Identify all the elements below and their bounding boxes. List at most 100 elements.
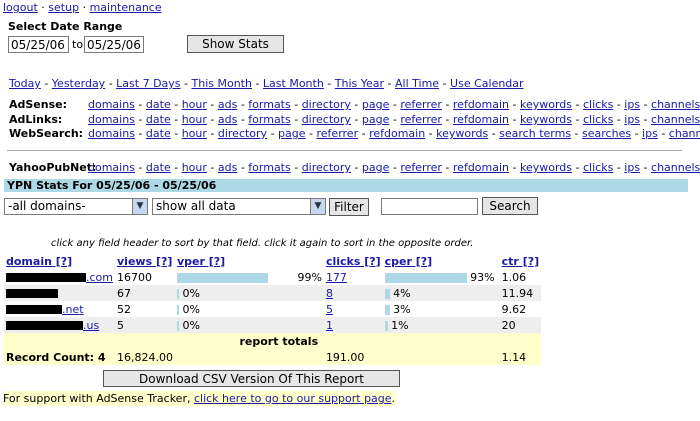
clicks-link[interactable]: 8 <box>326 287 333 300</box>
websearch-link-directory[interactable]: directory <box>218 127 267 140</box>
yahoopubnet-link-page[interactable]: page <box>362 161 389 174</box>
header-clicks[interactable]: clicks [?] <box>326 255 381 268</box>
adsense-link-page[interactable]: page <box>362 98 389 111</box>
quick-link-all-time[interactable]: All Time <box>395 77 439 90</box>
header-vper[interactable]: vper [?] <box>177 255 225 268</box>
adsense-link-keywords[interactable]: keywords <box>520 98 572 111</box>
websearch-link-hour[interactable]: hour <box>182 127 207 140</box>
yahoopubnet-link-clicks[interactable]: clicks <box>583 161 613 174</box>
vper-cell: 0% <box>174 285 324 301</box>
domain-link[interactable]: .net <box>62 303 84 316</box>
adsense-link-ads[interactable]: ads <box>218 98 237 111</box>
filter-button[interactable]: Filter <box>329 198 369 216</box>
views-cell: 16700 <box>117 270 152 284</box>
ypn-stats-bar: YPN Stats For 05/25/06 - 05/25/06 <box>4 179 688 192</box>
adlinks-link-hour[interactable]: hour <box>182 113 207 126</box>
adlinks-link-ads[interactable]: ads <box>218 113 237 126</box>
yahoopubnet-link-formats[interactable]: formats <box>248 161 290 174</box>
websearch-link-refdomain[interactable]: refdomain <box>369 127 425 140</box>
adsense-link-clicks[interactable]: clicks <box>583 98 613 111</box>
clicks-cell: 1 <box>323 317 383 333</box>
separator: - <box>206 127 218 140</box>
yahoopubnet-link-hour[interactable]: hour <box>182 161 207 174</box>
clicks-link[interactable]: 5 <box>326 303 333 316</box>
quick-link-use-calendar[interactable]: Use Calendar <box>450 77 524 90</box>
separator: - <box>425 127 437 140</box>
domain-select[interactable]: -all domains- ▼ <box>4 198 148 215</box>
adlinks-link-directory[interactable]: directory <box>302 113 351 126</box>
adsense-link-refdomain[interactable]: refdomain <box>453 98 509 111</box>
support-link[interactable]: click here to go to our support page <box>194 392 392 405</box>
websearch-link-domains[interactable]: domains <box>88 127 135 140</box>
adsense-link-referrer[interactable]: referrer <box>400 98 442 111</box>
adsense-link-date[interactable]: date <box>146 98 171 111</box>
header-ctr[interactable]: ctr [?] <box>502 255 539 268</box>
adlinks-link-domains[interactable]: domains <box>88 113 135 126</box>
quick-link-last-7-days[interactable]: Last 7 Days <box>116 77 180 90</box>
websearch-link-channels[interactable]: channels <box>669 127 700 140</box>
support-text: For support with AdSense Tracker, <box>3 392 191 405</box>
header-views[interactable]: views [?] <box>117 255 172 268</box>
redacted-domain <box>6 305 62 314</box>
domain-link[interactable]: .com <box>86 271 113 284</box>
adlinks-link-formats[interactable]: formats <box>248 113 290 126</box>
cper-value: 4% <box>393 286 411 300</box>
adsense-link-channels[interactable]: channels <box>651 98 700 111</box>
domain-link[interactable]: .us <box>83 319 99 332</box>
quick-link-this-year[interactable]: This Year <box>335 77 384 90</box>
yahoopubnet-link-directory[interactable]: directory <box>302 161 351 174</box>
yahoopubnet-link-refdomain[interactable]: refdomain <box>453 161 509 174</box>
quick-link-this-month[interactable]: This Month <box>192 77 252 90</box>
adlinks-link-ips[interactable]: ips <box>624 113 640 126</box>
vper-value: 99% <box>297 270 322 284</box>
yahoopubnet-link-domains[interactable]: domains <box>88 161 135 174</box>
yahoopubnet-link-ads[interactable]: ads <box>218 161 237 174</box>
adlinks-link-clicks[interactable]: clicks <box>583 113 613 126</box>
adlinks-link-refdomain[interactable]: refdomain <box>453 113 509 126</box>
adlinks-link-channels[interactable]: channels <box>651 113 700 126</box>
header-domain[interactable]: domain [?] <box>6 255 72 268</box>
websearch-link-ips[interactable]: ips <box>642 127 658 140</box>
yahoopubnet-link-referrer[interactable]: referrer <box>400 161 442 174</box>
websearch-link-search-terms[interactable]: search terms <box>499 127 571 140</box>
adsense-link-formats[interactable]: formats <box>248 98 290 111</box>
quick-link-today[interactable]: Today <box>9 77 41 90</box>
domain-cell: .net <box>4 301 115 317</box>
websearch-link-referrer[interactable]: referrer <box>317 127 359 140</box>
yahoopubnet-link-date[interactable]: date <box>146 161 171 174</box>
search-button[interactable]: Search <box>482 197 538 215</box>
websearch-link-page[interactable]: page <box>278 127 305 140</box>
download-csv-button[interactable]: Download CSV Version Of This Report <box>103 370 400 387</box>
show-stats-button[interactable]: Show Stats <box>187 35 284 53</box>
quick-link-yesterday[interactable]: Yesterday <box>52 77 105 90</box>
websearch-link-searches[interactable]: searches <box>582 127 631 140</box>
separator: - <box>237 161 249 174</box>
yahoopubnet-link-keywords[interactable]: keywords <box>520 161 572 174</box>
clicks-link[interactable]: 177 <box>326 271 347 284</box>
clicks-link[interactable]: 1 <box>326 319 333 332</box>
adsense-link-domains[interactable]: domains <box>88 98 135 111</box>
data-select[interactable]: show all data ▼ <box>152 198 326 215</box>
separator: - <box>384 77 396 90</box>
views-cell: 52 <box>117 302 131 316</box>
yahoopubnet-link-channels[interactable]: channels <box>651 161 700 174</box>
quick-link-last-month[interactable]: Last Month <box>263 77 324 90</box>
adsense-link-hour[interactable]: hour <box>182 98 207 111</box>
adlinks-link-referrer[interactable]: referrer <box>400 113 442 126</box>
adlinks-link-page[interactable]: page <box>362 113 389 126</box>
websearch-link-keywords[interactable]: keywords <box>436 127 488 140</box>
separator: - <box>657 127 669 140</box>
logout-link[interactable]: logout <box>3 1 38 14</box>
yahoopubnet-link-ips[interactable]: ips <box>624 161 640 174</box>
header-cper[interactable]: cper [?] <box>385 255 433 268</box>
websearch-link-date[interactable]: date <box>146 127 171 140</box>
date-from-input[interactable] <box>8 36 69 53</box>
search-input[interactable] <box>381 198 478 215</box>
date-to-input[interactable] <box>84 36 144 53</box>
setup-link[interactable]: setup <box>48 1 79 14</box>
adsense-link-directory[interactable]: directory <box>302 98 351 111</box>
adlinks-link-keywords[interactable]: keywords <box>520 113 572 126</box>
adlinks-link-date[interactable]: date <box>146 113 171 126</box>
maintenance-link[interactable]: maintenance <box>90 1 162 14</box>
adsense-link-ips[interactable]: ips <box>624 98 640 111</box>
